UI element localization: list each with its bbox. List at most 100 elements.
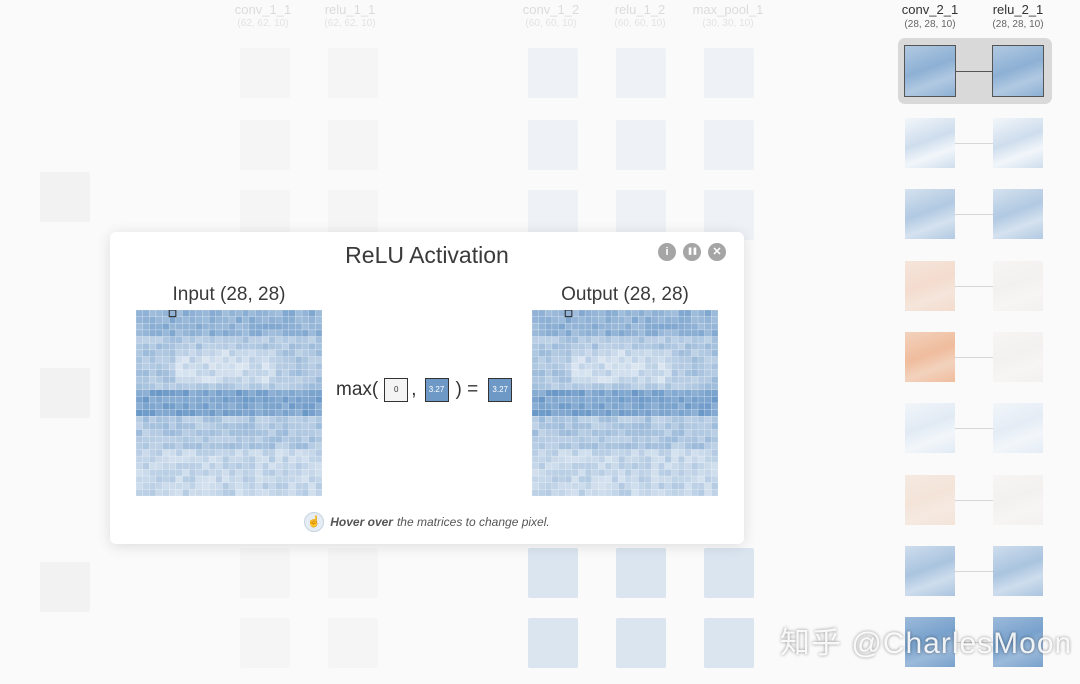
matrix-cell[interactable] (538, 336, 546, 344)
matrix-cell[interactable] (162, 316, 170, 324)
matrix-cell[interactable] (142, 342, 150, 351)
matrix-cell[interactable] (242, 462, 250, 470)
matrix-cell[interactable] (684, 342, 692, 351)
matrix-cell[interactable] (308, 310, 316, 317)
matrix-cell[interactable] (677, 489, 686, 496)
matrix-cell[interactable] (664, 396, 672, 404)
conv-2-1-feature-map[interactable] (905, 261, 955, 311)
matrix-cell[interactable] (149, 489, 157, 496)
matrix-cell[interactable] (631, 389, 639, 397)
matrix-cell[interactable] (149, 416, 157, 424)
matrix-cell[interactable] (638, 462, 646, 470)
matrix-cell[interactable] (578, 356, 586, 364)
matrix-cell[interactable] (684, 362, 692, 371)
matrix-cell[interactable] (532, 316, 539, 324)
matrix-cell[interactable] (295, 316, 303, 324)
matrix-cell[interactable] (538, 310, 546, 317)
matrix-cell[interactable] (182, 455, 190, 464)
matrix-cell[interactable] (711, 435, 718, 444)
matrix-cell[interactable] (532, 462, 539, 470)
matrix-cell[interactable] (142, 376, 150, 384)
matrix-cell[interactable] (711, 396, 718, 404)
matrix-cell[interactable] (268, 482, 276, 490)
matrix-cell[interactable] (571, 396, 579, 404)
matrix-cell[interactable] (598, 336, 606, 344)
matrix-cell[interactable] (584, 402, 593, 410)
matrix-cell[interactable] (611, 376, 619, 384)
matrix-cell[interactable] (578, 376, 586, 384)
matrix-cell[interactable] (564, 409, 573, 417)
matrix-cell[interactable] (611, 402, 619, 410)
matrix-cell[interactable] (195, 475, 203, 483)
matrix-cell[interactable] (136, 462, 143, 470)
matrix-cell[interactable] (704, 416, 712, 424)
matrix-cell[interactable] (611, 449, 619, 457)
matrix-cell[interactable] (215, 416, 223, 424)
matrix-cell[interactable] (545, 336, 553, 344)
matrix-cell[interactable] (604, 376, 612, 384)
matrix-cell[interactable] (275, 469, 283, 477)
matrix-cell[interactable] (538, 482, 546, 490)
matrix-cell[interactable] (691, 362, 699, 371)
matrix-cell[interactable] (604, 349, 612, 357)
close-icon[interactable]: ✕ (708, 243, 726, 261)
matrix-cell[interactable] (175, 422, 183, 430)
matrix-cell[interactable] (315, 382, 322, 390)
matrix-cell[interactable] (215, 329, 223, 337)
matrix-cell[interactable] (261, 336, 270, 344)
matrix-cell[interactable] (618, 402, 626, 410)
matrix-cell[interactable] (255, 422, 263, 430)
matrix-cell[interactable] (664, 310, 672, 317)
matrix-cell[interactable] (288, 336, 296, 344)
matrix-cell[interactable] (242, 369, 250, 377)
matrix-cell[interactable] (248, 489, 256, 496)
matrix-cell[interactable] (691, 376, 699, 384)
matrix-cell[interactable] (558, 362, 566, 371)
matrix-cell[interactable] (657, 356, 666, 364)
matrix-cell[interactable] (208, 462, 216, 470)
matrix-cell[interactable] (255, 396, 263, 404)
matrix-cell[interactable] (301, 455, 309, 464)
matrix-cell[interactable] (584, 382, 593, 390)
matrix-cell[interactable] (228, 449, 236, 457)
matrix-cell[interactable] (624, 469, 632, 477)
matrix-cell[interactable] (301, 396, 309, 404)
matrix-cell[interactable] (142, 349, 150, 357)
matrix-cell[interactable] (188, 455, 197, 464)
matrix-cell[interactable] (657, 323, 666, 331)
matrix-cell[interactable] (315, 402, 322, 410)
matrix-cell[interactable] (564, 376, 573, 384)
matrix-cell[interactable] (188, 376, 197, 384)
matrix-cell[interactable] (315, 435, 322, 444)
matrix-cell[interactable] (149, 449, 157, 457)
matrix-cell[interactable] (684, 422, 692, 430)
matrix-cell[interactable] (195, 455, 203, 464)
matrix-cell[interactable] (228, 349, 236, 357)
matrix-cell[interactable] (624, 396, 632, 404)
matrix-cell[interactable] (242, 396, 250, 404)
matrix-cell[interactable] (604, 435, 612, 444)
matrix-cell[interactable] (644, 376, 652, 384)
matrix-cell[interactable] (571, 462, 579, 470)
matrix-cell[interactable] (591, 369, 599, 377)
matrix-cell[interactable] (301, 442, 309, 450)
matrix-cell[interactable] (308, 382, 316, 390)
matrix-cell[interactable] (288, 349, 296, 357)
matrix-cell[interactable] (155, 310, 163, 317)
matrix-cell[interactable] (275, 409, 283, 417)
matrix-cell[interactable] (188, 409, 197, 417)
matrix-cell[interactable] (228, 402, 236, 410)
matrix-cell[interactable] (631, 356, 639, 364)
matrix-cell[interactable] (697, 489, 705, 496)
matrix-cell[interactable] (222, 396, 230, 404)
matrix-cell[interactable] (288, 462, 296, 470)
matrix-cell[interactable] (671, 369, 679, 377)
matrix-cell[interactable] (578, 462, 586, 470)
matrix-cell[interactable] (248, 362, 256, 371)
matrix-cell[interactable] (671, 409, 679, 417)
matrix-cell[interactable] (545, 422, 553, 430)
matrix-cell[interactable] (538, 362, 546, 371)
matrix-cell[interactable] (142, 442, 150, 450)
matrix-cell[interactable] (222, 442, 230, 450)
matrix-cell[interactable] (228, 362, 236, 371)
